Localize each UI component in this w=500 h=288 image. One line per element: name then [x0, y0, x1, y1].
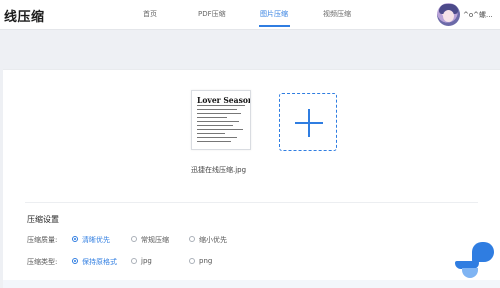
uploaded-image-thumbnail[interactable]: Lover Season: [191, 90, 251, 150]
nav-image-compress[interactable]: 图片压缩: [260, 9, 288, 19]
username[interactable]: ^o^螺...: [463, 10, 493, 20]
thumbnail-title: Lover Season: [197, 95, 251, 105]
floating-service-icon[interactable]: [450, 240, 500, 280]
compress-panel: Lover Season 迅捷在线压缩.jpg 压缩设置 压缩质量: 清晰优先 …: [3, 69, 500, 288]
nav-home[interactable]: 首页: [143, 9, 157, 19]
quality-label: 压缩质量:: [27, 236, 58, 244]
quality-radio-normal[interactable]: [131, 236, 137, 242]
avatar[interactable]: [437, 3, 460, 26]
quality-option-normal[interactable]: 常规压缩: [141, 235, 169, 245]
type-radio-original[interactable]: [72, 258, 78, 264]
quality-radio-clear[interactable]: [72, 236, 78, 242]
top-header: 线压缩 首页 PDF压缩 图片压缩 视频压缩 ^o^螺...: [0, 0, 500, 30]
active-tab-indicator: [259, 25, 290, 27]
site-logo[interactable]: 线压缩: [4, 6, 45, 25]
quality-option-small[interactable]: 缩小优先: [199, 235, 227, 245]
add-image-button[interactable]: [279, 93, 337, 151]
type-radio-jpg[interactable]: [131, 258, 137, 264]
quality-option-clear[interactable]: 清晰优先: [82, 235, 110, 245]
type-option-png[interactable]: png: [199, 257, 212, 265]
bottom-strip: [3, 280, 500, 288]
nav-pdf-compress[interactable]: PDF压缩: [198, 9, 226, 19]
quality-radio-small[interactable]: [189, 236, 195, 242]
section-divider: [25, 202, 478, 203]
type-radio-png[interactable]: [189, 258, 195, 264]
type-option-jpg[interactable]: jpg: [141, 257, 152, 265]
settings-title: 压缩设置: [27, 215, 59, 224]
type-option-original[interactable]: 保持原格式: [82, 257, 117, 267]
type-label: 压缩类型:: [27, 258, 58, 266]
uploaded-filename: 迅捷在线压缩.jpg: [191, 166, 247, 174]
nav-video-compress[interactable]: 视频压缩: [323, 9, 351, 19]
